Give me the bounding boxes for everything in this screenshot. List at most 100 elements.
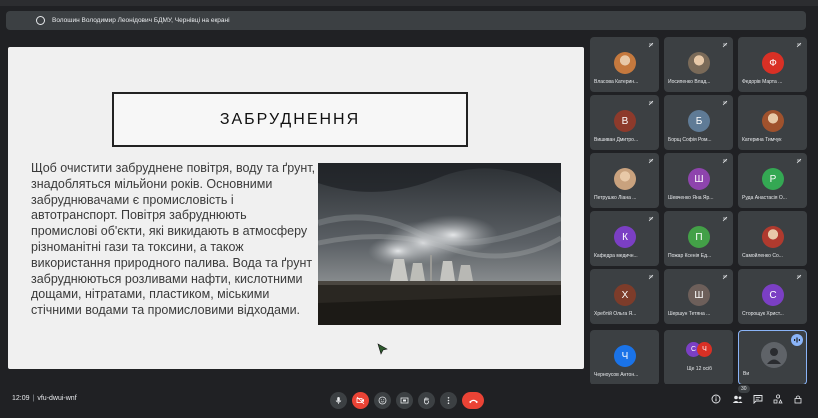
mic-off-icon	[648, 42, 654, 48]
participant-tile[interactable]: Йосипенко Влад...	[664, 37, 733, 92]
hangup-icon	[468, 399, 478, 403]
participant-name: Власова Катерин...	[594, 79, 639, 85]
avatar: Х	[614, 284, 636, 306]
participant-name: Петрушко Ліана ...	[594, 195, 637, 201]
more-avatars: С Ч	[686, 342, 712, 358]
camera-off-icon	[356, 396, 365, 405]
chat-icon	[753, 395, 763, 404]
participant-tile[interactable]: Ш Шевченко Яна Яр...	[664, 153, 733, 208]
people-icon	[732, 395, 742, 403]
participant-name: Шершун Тетяна ...	[668, 311, 711, 317]
participant-tile[interactable]: С Стоpощук Христ...	[738, 269, 807, 324]
meeting-code: vfu-dwui-wnf	[37, 395, 77, 402]
activities-button[interactable]	[772, 393, 784, 405]
participant-name: Пожар Ксенія Ед...	[668, 253, 712, 259]
participant-name: Ви	[743, 371, 750, 377]
presenter-bar: Волошин Володимир Леонідович БДМУ, Черні…	[6, 11, 806, 30]
slide-title-box: ЗАБРУДНЕННЯ	[112, 92, 468, 147]
presenter-person-icon	[36, 16, 45, 25]
mic-off-icon	[722, 274, 728, 280]
mic-button[interactable]	[330, 392, 347, 409]
browser-top-strip	[0, 0, 818, 6]
participant-name: Стоpощук Христ...	[742, 311, 784, 317]
participant-tile[interactable]: Катерина Тимчук	[738, 95, 807, 150]
participant-name: Черноусов Антон...	[594, 372, 639, 378]
mic-off-icon	[722, 100, 728, 106]
avatar	[762, 226, 784, 248]
avatar: В	[614, 110, 636, 132]
participant-name: Кафедра медичн...	[594, 253, 638, 259]
participant-tile[interactable]: В Вишиван Дмитро...	[590, 95, 659, 150]
present-screen-button[interactable]	[396, 392, 413, 409]
mic-off-icon	[648, 216, 654, 222]
bottom-toolbar: 12:09 | vfu-dwui-wnf 30	[0, 384, 818, 418]
mic-off-icon	[722, 216, 728, 222]
avatar: П	[688, 226, 710, 248]
participant-grid: Власова Катерин... Йосипенко Влад... Ф Ф…	[590, 37, 807, 385]
raise-hand-icon	[424, 397, 429, 405]
participant-tile[interactable]: Петрушко Ліана ...	[590, 153, 659, 208]
info-icon	[711, 394, 721, 404]
participant-tile[interactable]: Ч Черноусов Антон...	[590, 330, 659, 385]
participant-tile[interactable]: К Кафедра медичн...	[590, 211, 659, 266]
participant-tile[interactable]: Ш Шершун Тетяна ...	[664, 269, 733, 324]
more-participants-tile[interactable]: С Ч Ще 12 осіб	[664, 330, 733, 385]
participant-tile[interactable]: Самойленко Со...	[738, 211, 807, 266]
participant-tile[interactable]: Б Борщ Софія Ром...	[664, 95, 733, 150]
host-controls-button[interactable]	[792, 393, 804, 405]
participant-tile[interactable]: Х Хребтій Ольга Я...	[590, 269, 659, 324]
meeting-info: 12:09 | vfu-dwui-wnf	[12, 395, 77, 402]
mic-off-icon	[648, 100, 654, 106]
host-controls-icon	[794, 395, 802, 404]
avatar	[761, 342, 787, 368]
mic-off-icon	[648, 158, 654, 164]
people-button[interactable]	[731, 393, 743, 405]
shared-slide: ЗАБРУДНЕННЯ Щоб очистити забруднене пові…	[8, 47, 584, 369]
participant-count-badge: 30	[738, 385, 750, 393]
avatar: С	[762, 284, 784, 306]
participant-tile[interactable]: Власова Катерин...	[590, 37, 659, 92]
participant-name: Федорів Марта ...	[742, 79, 783, 85]
avatar: Ш	[688, 284, 710, 306]
chat-button[interactable]	[752, 393, 764, 405]
self-tile[interactable]: Ви	[738, 330, 807, 385]
camera-button[interactable]	[352, 392, 369, 409]
emoji-button[interactable]	[374, 392, 391, 409]
avatar	[614, 168, 636, 190]
avatar	[688, 52, 710, 74]
more-options-button[interactable]	[440, 392, 457, 409]
participant-tile[interactable]: П Пожар Ксенія Ед...	[664, 211, 733, 266]
slide-body-text: Щоб очистити забруднене повітря, воду та…	[31, 161, 316, 318]
meeting-time: 12:09	[12, 395, 30, 402]
mic-icon	[335, 397, 342, 404]
participant-name: Руда Анастасія О...	[742, 195, 787, 201]
participant-name: Шевченко Яна Яр...	[668, 195, 714, 201]
activities-icon	[773, 394, 783, 404]
participant-name: Борщ Софія Ром...	[668, 137, 712, 143]
separator: |	[32, 395, 35, 402]
mouse-cursor-icon	[377, 342, 389, 355]
meeting-details-button[interactable]	[710, 393, 722, 405]
avatar	[614, 52, 636, 74]
leave-call-button[interactable]	[462, 392, 484, 409]
participant-name: Вишиван Дмитро...	[594, 137, 639, 143]
avatar: Ч	[614, 345, 636, 367]
mic-off-icon	[796, 42, 802, 48]
avatar	[762, 110, 784, 132]
mic-off-icon	[722, 158, 728, 164]
avatar: Ш	[688, 168, 710, 190]
speaking-indicator-icon	[791, 334, 803, 346]
participant-name: Хребтій Ольга Я...	[594, 311, 637, 317]
avatar: К	[614, 226, 636, 248]
mic-off-icon	[796, 274, 802, 280]
participant-tile[interactable]: Р Руда Анастасія О...	[738, 153, 807, 208]
emoji-icon	[378, 396, 387, 405]
more-participants-label: Ще 12 осіб	[686, 366, 713, 372]
raise-hand-button[interactable]	[418, 392, 435, 409]
pollution-photo	[318, 163, 561, 325]
avatar: Б	[688, 110, 710, 132]
avatar: Ч	[697, 342, 712, 357]
participant-name: Йосипенко Влад...	[668, 79, 711, 85]
participant-tile[interactable]: Ф Федорів Марта ...	[738, 37, 807, 92]
avatar: Р	[762, 168, 784, 190]
